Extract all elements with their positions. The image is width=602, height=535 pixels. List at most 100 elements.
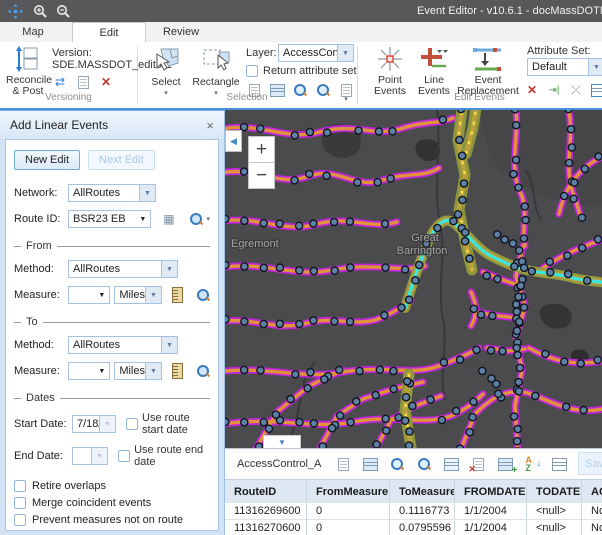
start-date-combo[interactable]: 7/18/ ▼ — [72, 415, 116, 433]
retire-overlaps-checkbox[interactable] — [14, 480, 26, 492]
from-method-value: AllRoutes — [69, 263, 161, 275]
map-zoom-in-button[interactable]: + — [248, 136, 275, 163]
network-combo[interactable]: AllRoutes ▼ — [68, 184, 156, 202]
chevron-down-icon[interactable]: ▼ — [161, 337, 177, 353]
column-header[interactable]: RouteID — [225, 480, 307, 504]
rectangle-tool-icon — [201, 46, 231, 74]
start-date-label: Start Date: — [14, 418, 68, 430]
ribbon: Reconcile & Post Version: SDE.MASSDOT_ed… — [0, 42, 602, 108]
chevron-down-icon[interactable]: ▼ — [94, 363, 109, 379]
table-header-row: RouteIDFromMeasureToMeasureFROMDATETODAT… — [225, 479, 602, 505]
next-edit-button[interactable]: Next Edit — [88, 150, 155, 170]
to-method-combo[interactable]: AllRoutes ▼ — [68, 336, 178, 354]
close-icon[interactable]: × — [206, 118, 214, 133]
return-attribute-checkbox[interactable] — [246, 65, 258, 77]
network-value: AllRoutes — [69, 187, 139, 199]
zoom-measure-icon[interactable] — [197, 289, 210, 302]
table-layer-name: AccessControl_A — [237, 458, 321, 470]
collapse-panel-arrow[interactable]: ◀ — [225, 130, 242, 152]
chevron-down-icon[interactable]: ▼ — [94, 287, 109, 303]
attribute-set-combo[interactable]: Default ▼ — [527, 58, 602, 76]
chevron-down-icon[interactable]: ▼ — [91, 448, 107, 464]
chevron-down-icon[interactable]: ▼ — [99, 416, 115, 432]
line-events-button[interactable]: Line Events — [414, 46, 454, 97]
table-cell: 11316269600 — [225, 503, 307, 519]
map-label-town-line1: Great — [411, 232, 439, 244]
merge-coincident-checkbox[interactable] — [14, 497, 26, 509]
new-edit-button[interactable]: New Edit — [14, 150, 80, 170]
retire-overlaps-label: Retire overlaps — [32, 480, 106, 492]
chevron-down-icon[interactable]: ▼ — [161, 261, 177, 277]
versioning-toolbar: ⇄ ✕ — [52, 74, 114, 90]
from-method-combo[interactable]: AllRoutes ▼ — [68, 260, 178, 278]
save-button[interactable]: Sav — [578, 452, 602, 475]
table-row[interactable]: 1131626960000.11167731/1/2004<null>No — [225, 503, 602, 520]
chevron-down-icon[interactable]: ▼ — [145, 363, 161, 379]
chevron-down-icon[interactable]: ▼ — [145, 287, 161, 303]
add-record-icon[interactable]: + — [497, 456, 514, 473]
from-unit-combo[interactable]: Miles ▼ — [114, 286, 162, 304]
chevron-down-icon[interactable]: ▼ — [337, 45, 353, 61]
table-cell: No — [582, 520, 602, 535]
table-row[interactable]: 1131627060000.07955961/1/2004<null>No — [225, 520, 602, 535]
new-version-icon[interactable] — [75, 74, 91, 90]
reconcile-post-button[interactable]: Reconcile & Post — [6, 46, 50, 97]
to-unit-combo[interactable]: Miles ▼ — [114, 362, 162, 380]
clear-selection-icon[interactable]: ✕ — [470, 456, 487, 473]
map-zoom-out-button[interactable]: − — [248, 162, 275, 189]
table-menu-icon[interactable] — [362, 456, 379, 473]
event-replacement-button[interactable]: Event Replacement — [456, 46, 520, 97]
to-measure-combo[interactable]: ▼ — [68, 362, 110, 380]
refresh-version-icon[interactable]: ⇄ — [52, 74, 68, 90]
column-header[interactable]: FROMDATE — [455, 480, 527, 504]
use-route-start-checkbox[interactable] — [126, 418, 138, 430]
measure-on-map-icon[interactable] — [172, 363, 183, 379]
tab-edit[interactable]: Edit — [72, 22, 146, 44]
chevron-down-icon[interactable]: ▼ — [139, 185, 155, 201]
use-route-end-label: Use route end date — [134, 444, 210, 468]
table-cell: 0 — [307, 520, 390, 535]
zoom-out-icon[interactable] — [56, 4, 71, 19]
end-date-combo[interactable]: ▼ — [72, 447, 108, 465]
collapse-table-arrow[interactable]: ▼ — [263, 435, 301, 448]
table-cell: No — [582, 503, 602, 519]
column-header[interactable]: TODATE — [527, 480, 582, 504]
zoom-in-icon[interactable] — [33, 4, 48, 19]
point-events-button[interactable]: Point Events — [370, 46, 410, 97]
zoom-to-selected-icon[interactable] — [389, 456, 406, 473]
column-header[interactable]: ToMeasure — [390, 480, 455, 504]
to-section-separator: To — [14, 316, 210, 328]
sort-icon[interactable]: AZ↓ — [524, 456, 541, 473]
layer-combo[interactable]: AccessControl_A ▼ — [278, 44, 354, 62]
identify-icon[interactable] — [551, 456, 568, 473]
panel-header: Add Linear Events × — [0, 111, 224, 139]
measure-on-map-icon[interactable] — [172, 287, 183, 303]
pick-route-on-map-icon[interactable]: ▦ — [161, 211, 176, 227]
table-cell: 1/1/2004 — [455, 503, 527, 519]
map-view[interactable]: Egremont Great Barrington ◀ + − ▼ — [225, 110, 602, 448]
table-cell: <null> — [527, 503, 582, 519]
chevron-down-icon[interactable]: ▼ — [135, 211, 150, 227]
pan-icon[interactable] — [8, 4, 23, 19]
column-header[interactable]: ACCESS — [582, 480, 602, 504]
use-route-end-checkbox[interactable] — [118, 450, 130, 462]
show-selected-records-icon[interactable] — [443, 456, 460, 473]
layer-label: Layer: — [246, 47, 277, 59]
pan-to-selected-icon[interactable] — [416, 456, 433, 473]
column-header[interactable]: FromMeasure — [307, 480, 390, 504]
select-features-icon[interactable] — [335, 456, 352, 473]
route-id-combo[interactable]: BSR23 EB ▼ — [68, 210, 151, 228]
layer-combo-value: AccessControl_A — [279, 47, 337, 59]
zoom-route-icon[interactable]: ▾ — [190, 213, 210, 226]
tab-map[interactable]: Map — [10, 22, 56, 42]
rectangle-label: Rectangle — [192, 77, 240, 88]
from-measure-combo[interactable]: ▼ — [68, 286, 110, 304]
panel-body: New Edit Next Edit Network: AllRoutes ▼ … — [5, 139, 219, 531]
tab-review[interactable]: Review — [152, 22, 210, 42]
chevron-down-icon[interactable]: ▼ — [588, 59, 602, 75]
delete-version-icon[interactable]: ✕ — [98, 74, 114, 90]
dates-section-label: Dates — [26, 392, 55, 404]
event-replacement-icon — [471, 46, 505, 72]
zoom-measure-icon[interactable] — [197, 365, 210, 378]
prevent-measures-checkbox[interactable] — [14, 514, 26, 526]
